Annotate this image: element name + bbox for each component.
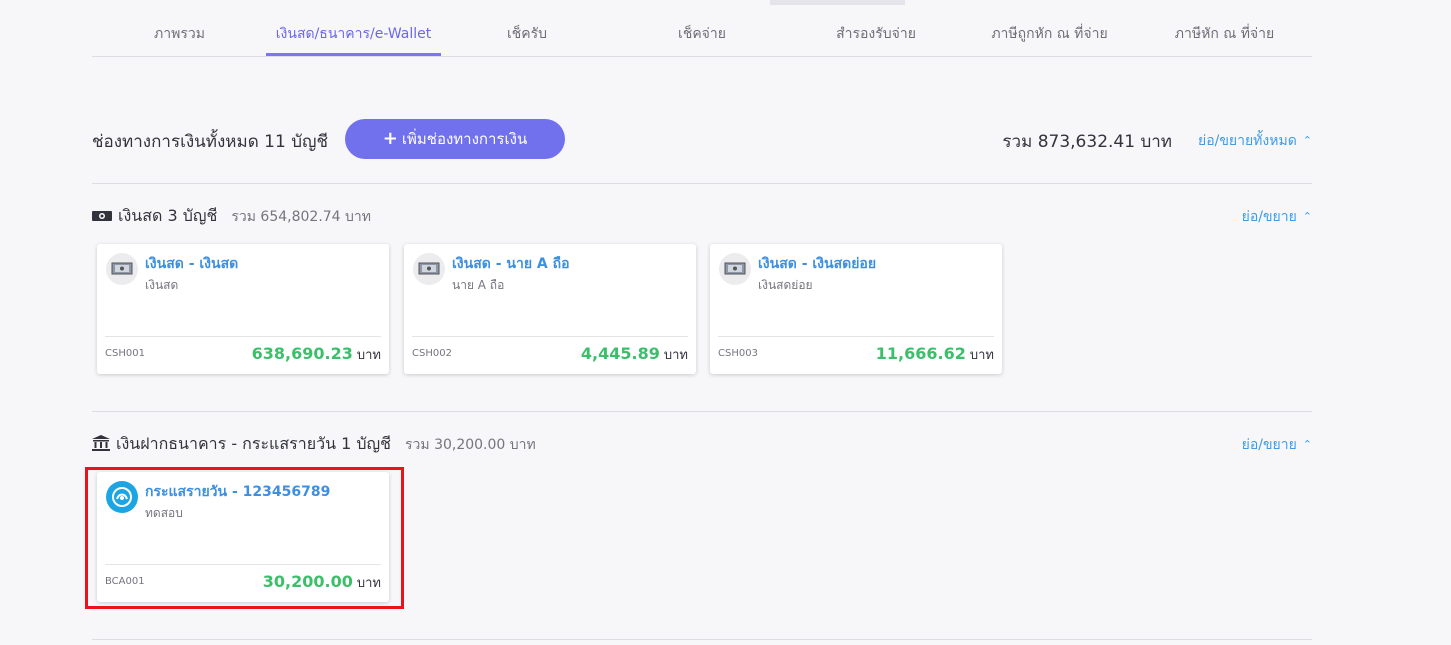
section-divider bbox=[92, 639, 1312, 640]
account-card-csh001[interactable]: เงินสด - เงินสด เงินสด CSH001 638,690.23… bbox=[97, 244, 389, 374]
tab-tax-withheld[interactable]: ภาษีหัก ณ ที่จ่าย bbox=[1167, 0, 1282, 56]
grand-total: รวม 873,632.41 บาท bbox=[1002, 132, 1172, 152]
group-bank-name: เงินฝากธนาคาร - กระแสรายวัน 1 บัญชี bbox=[116, 434, 392, 453]
group-bank-subtotal: รวม 30,200.00 บาท bbox=[405, 437, 536, 453]
card-code: CSH002 bbox=[412, 348, 452, 359]
amount-value: 11,666.62 bbox=[875, 344, 966, 363]
card-code: CSH001 bbox=[105, 348, 145, 359]
amount-value: 638,690.23 bbox=[251, 344, 353, 363]
chevron-up-icon: ⌃ bbox=[1302, 210, 1312, 223]
card-divider bbox=[718, 336, 994, 337]
collapse-all-label: ย่อ/ขยายทั้งหมด bbox=[1198, 133, 1297, 149]
page-title: ช่องทางการเงินทั้งหมด 11 บัญชี bbox=[92, 132, 329, 152]
amount-unit: บาท bbox=[356, 348, 381, 363]
group-cash-header: เงินสด 3 บัญชี รวม 654,802.74 บาท ย่อ/ขยา… bbox=[92, 204, 1312, 228]
tab-overview[interactable]: ภาพรวม bbox=[132, 0, 227, 56]
card-description: เงินสดย่อย bbox=[758, 278, 813, 292]
money-icon bbox=[413, 253, 445, 285]
group-cash-name: เงินสด 3 บัญชี bbox=[118, 206, 218, 225]
card-title: เงินสด - เงินสดย่อย bbox=[758, 256, 877, 272]
card-title: เงินสด - นาย A ถือ bbox=[452, 256, 570, 272]
chevron-up-icon: ⌃ bbox=[1302, 438, 1312, 451]
cash-icon bbox=[92, 208, 112, 227]
highlight-box bbox=[85, 467, 404, 609]
amount-value: 4,445.89 bbox=[580, 344, 660, 363]
money-icon bbox=[719, 253, 751, 285]
account-card-csh002[interactable]: เงินสด - นาย A ถือ นาย A ถือ CSH002 4,44… bbox=[404, 244, 696, 374]
toggle-label: ย่อ/ขยาย bbox=[1241, 437, 1297, 453]
add-button-label: เพิ่มช่องทางการเงิน bbox=[401, 130, 528, 148]
tab-cheque-received[interactable]: เช็ครับ bbox=[482, 0, 572, 56]
group-bank-toggle[interactable]: ย่อ/ขยาย ⌃ bbox=[1242, 434, 1312, 456]
card-amount: 4,445.89 บาท bbox=[581, 344, 688, 365]
card-description: เงินสด bbox=[145, 278, 179, 292]
tab-bar: ภาพรวม เงินสด/ธนาคาร/e-Wallet เช็ครับ เช… bbox=[92, 0, 1312, 57]
tab-tax-withheld-by-others[interactable]: ภาษีถูกหัก ณ ที่จ่าย bbox=[982, 0, 1117, 56]
tab-petty-advance[interactable]: สำรองรับจ่าย bbox=[820, 0, 932, 56]
group-bank-header: เงินฝากธนาคาร - กระแสรายวัน 1 บัญชี รวม 3… bbox=[92, 432, 1312, 456]
tab-cheque-paid[interactable]: เช็คจ่าย bbox=[652, 0, 752, 56]
card-description: นาย A ถือ bbox=[452, 278, 505, 292]
summary-header: ช่องทางการเงินทั้งหมด 11 บัญชี + เพิ่มช่อ… bbox=[92, 118, 1312, 160]
amount-unit: บาท bbox=[663, 348, 688, 363]
card-code: CSH003 bbox=[718, 348, 758, 359]
account-card-csh003[interactable]: เงินสด - เงินสดย่อย เงินสดย่อย CSH003 11… bbox=[710, 244, 1002, 374]
card-title: เงินสด - เงินสด bbox=[145, 256, 239, 272]
group-cash-title: เงินสด 3 บัญชี รวม 654,802.74 บาท bbox=[92, 204, 371, 229]
section-divider bbox=[92, 183, 1312, 184]
group-cash-toggle[interactable]: ย่อ/ขยาย ⌃ bbox=[1242, 206, 1312, 228]
amount-unit: บาท bbox=[969, 348, 994, 363]
section-divider bbox=[92, 411, 1312, 412]
bank-icon bbox=[92, 435, 110, 455]
collapse-all-link[interactable]: ย่อ/ขยายทั้งหมด ⌃ bbox=[1198, 130, 1312, 152]
card-divider bbox=[105, 336, 381, 337]
group-bank-title: เงินฝากธนาคาร - กระแสรายวัน 1 บัญชี รวม 3… bbox=[92, 432, 536, 457]
card-amount: 11,666.62 บาท bbox=[876, 344, 994, 365]
group-cash-subtotal: รวม 654,802.74 บาท bbox=[231, 209, 372, 225]
card-divider bbox=[412, 336, 688, 337]
toggle-label: ย่อ/ขยาย bbox=[1241, 209, 1297, 225]
money-icon bbox=[106, 253, 138, 285]
chevron-up-icon: ⌃ bbox=[1302, 134, 1312, 147]
tab-cash-bank-ewallet[interactable]: เงินสด/ธนาคาร/e-Wallet bbox=[266, 0, 441, 56]
card-amount: 638,690.23 บาท bbox=[252, 344, 381, 365]
add-payment-channel-button[interactable]: + เพิ่มช่องทางการเงิน bbox=[345, 119, 565, 159]
plus-icon: + bbox=[382, 128, 398, 149]
